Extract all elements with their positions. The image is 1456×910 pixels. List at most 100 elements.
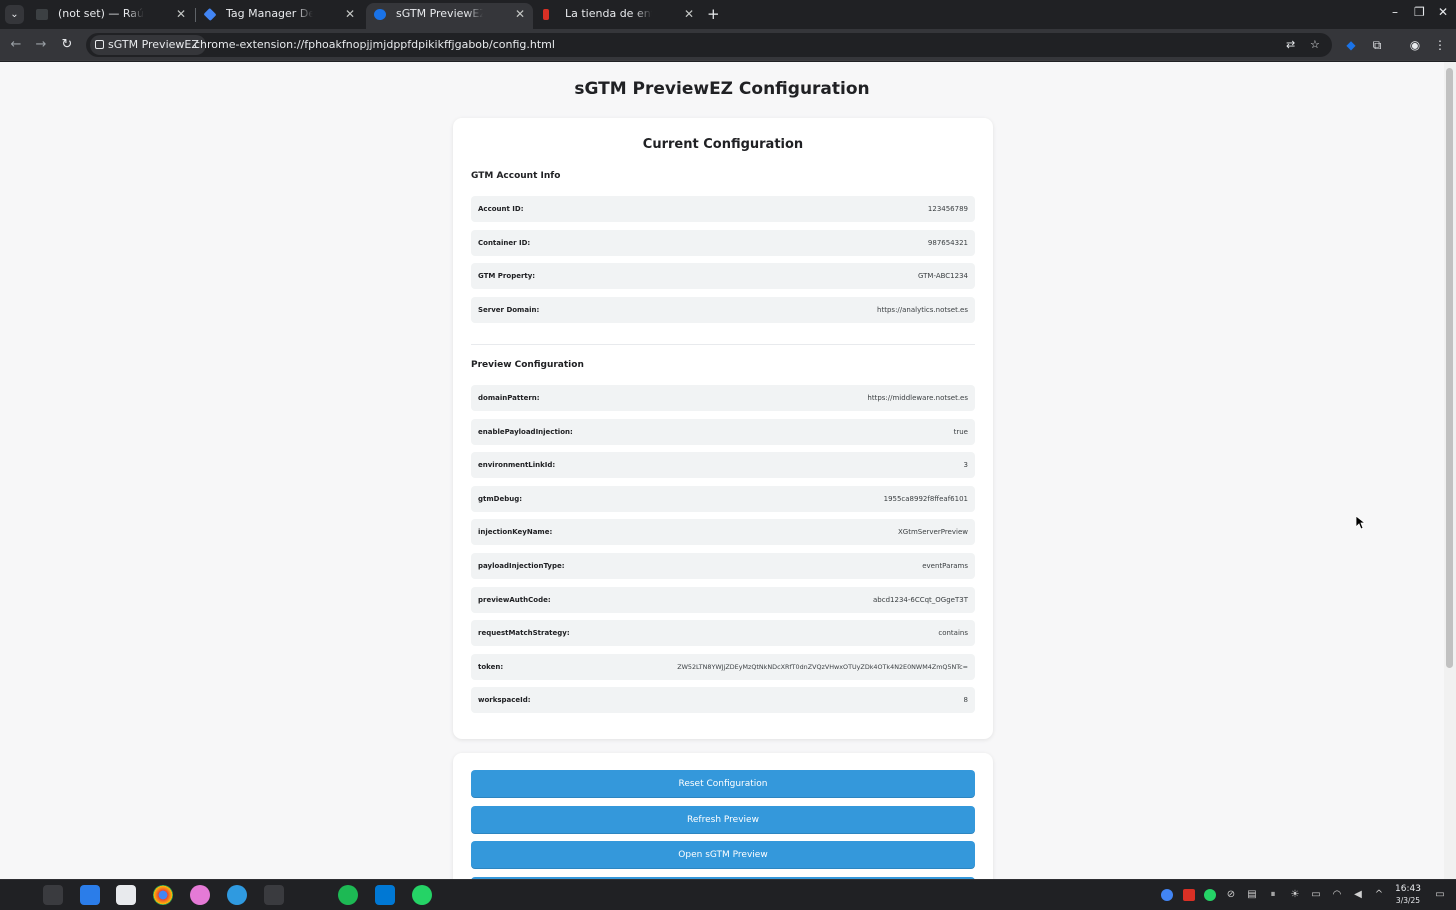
app-menu-icon[interactable] — [43, 885, 63, 905]
config-key: token: — [478, 663, 504, 671]
terminal-app-icon[interactable] — [264, 885, 284, 905]
tag-manager-diamond-icon — [203, 7, 217, 22]
config-row-workspace-id: workspaceId: 8 — [471, 687, 975, 713]
files-app-icon[interactable] — [80, 885, 100, 905]
section-divider — [471, 344, 975, 345]
clock-time: 16:43 — [1395, 884, 1421, 894]
tray-chrome-icon[interactable] — [1161, 889, 1173, 901]
page-title: sGTM PreviewEZ Configuration — [574, 79, 870, 99]
whatsapp-app-icon[interactable] — [412, 885, 432, 905]
chrome-menu-icon[interactable]: ⋮ — [1432, 37, 1448, 53]
bookmark-star-icon[interactable]: ☆ — [1310, 38, 1320, 51]
tab-title: sGTM PreviewEZ Configuration — [396, 7, 483, 20]
browser-app-icon[interactable] — [227, 885, 247, 905]
tray-whatsapp-icon[interactable] — [1204, 889, 1216, 901]
pause-icon[interactable]: ⏸ — [1267, 889, 1279, 901]
config-key: Account ID: — [478, 205, 524, 213]
config-row-server-domain: Server Domain: https://analytics.notset.… — [471, 297, 975, 323]
config-row-token: token: ZW52LTN8YWJjZDEyMzQtNkNDcXRfT0dnZ… — [471, 654, 975, 680]
sgtm-extension-icon[interactable]: ◆ — [1343, 37, 1359, 53]
chrome-app-icon[interactable] — [153, 885, 173, 905]
reset-configuration-button[interactable]: Reset Configuration — [471, 770, 975, 798]
close-tab-icon[interactable]: ✕ — [515, 3, 525, 25]
page-viewport: sGTM PreviewEZ Configuration Current Con… — [0, 62, 1444, 879]
tab-notset[interactable]: (not set) — Raúl Fernández ✕ — [28, 3, 194, 29]
new-tab-plus-icon[interactable]: + — [707, 5, 720, 23]
tab-tienda-entradas[interactable]: La tienda de entradas de ✕ — [535, 3, 702, 29]
chat-app-icon[interactable] — [190, 885, 210, 905]
config-key: requestMatchStrategy: — [478, 629, 570, 637]
translate-icon[interactable]: ⇄ — [1286, 38, 1295, 51]
config-row-request-match-strategy: requestMatchStrategy: contains — [471, 620, 975, 646]
tab-title: Tag Manager Debug Mode — [226, 7, 313, 20]
tray-app-icon[interactable]: ⊘ — [1225, 889, 1237, 901]
tab-favicon-icon — [543, 9, 549, 20]
mouse-pointer-icon — [1356, 516, 1365, 530]
brightness-icon[interactable]: ☀ — [1289, 889, 1301, 901]
reload-icon[interactable]: ↻ — [57, 35, 77, 55]
config-value: 3 — [963, 461, 968, 469]
clock-date: 3/3/25 — [1395, 896, 1421, 905]
config-key: enablePayloadInjection: — [478, 428, 573, 436]
configuration-card: Current Configuration GTM Account Info A… — [453, 118, 993, 739]
close-tab-icon[interactable]: ✕ — [684, 3, 694, 25]
config-key: workspaceId: — [478, 696, 531, 704]
address-bar[interactable]: sGTM PreviewEZ chrome-extension://fphoak… — [86, 33, 1332, 57]
config-key: gtmDebug: — [478, 495, 523, 503]
tab-search-chevron-icon[interactable]: ⌄ — [5, 5, 24, 24]
config-value: ZW52LTN8YWJjZDEyMzQtNkNDcXRfT0dnZVQzVHwx… — [677, 663, 968, 671]
minimize-icon[interactable]: – — [1392, 5, 1398, 19]
tray-x-icon[interactable] — [1183, 889, 1195, 901]
close-tab-icon[interactable]: ✕ — [176, 3, 186, 25]
clipboard-icon[interactable]: ▤ — [1246, 889, 1258, 901]
close-tab-icon[interactable]: ✕ — [345, 3, 355, 25]
url-text[interactable]: chrome-extension://fphoakfnopjjmjdppfdpi… — [194, 33, 555, 57]
site-chip-label: sGTM PreviewEZ — [108, 38, 199, 51]
os-taskbar: ⊘ ▤ ⏸ ☀ ▭ ◠ ◀ ^ 16:43 3/3/25 ▭ — [0, 879, 1456, 910]
vscode-app-icon[interactable] — [375, 885, 395, 905]
open-sgtm-preview-button[interactable]: Open sGTM Preview — [471, 841, 975, 869]
config-row-gtm-debug: gtmDebug: 1955ca8992f8ffeaf6101 — [471, 486, 975, 512]
extensions-puzzle-icon[interactable]: ⧉ — [1369, 37, 1385, 53]
config-row-payload-injection-type: payloadInjectionType: eventParams — [471, 553, 975, 579]
show-desktop-icon[interactable]: ▭ — [1434, 889, 1446, 901]
actions-card: Reset Configuration Refresh Preview Open… — [453, 753, 993, 879]
extension-icon — [95, 40, 104, 49]
config-row-environment-link-id: environmentLinkId: 3 — [471, 452, 975, 478]
preview-configuration-heading: Preview Configuration — [471, 360, 584, 370]
config-row-enable-payload-injection: enablePayloadInjection: true — [471, 419, 975, 445]
close-window-icon[interactable]: ✕ — [1438, 5, 1448, 19]
tab-sgtm-previewez[interactable]: sGTM PreviewEZ Configuration ✕ — [366, 3, 533, 29]
clock[interactable]: 16:43 3/3/25 — [1388, 883, 1428, 907]
back-arrow-icon[interactable]: ← — [6, 35, 26, 55]
config-key: previewAuthCode: — [478, 596, 551, 604]
config-value: abcd1234-6CCqt_OGgeT3T — [873, 596, 968, 604]
browser-toolbar: ← → ↻ sGTM PreviewEZ chrome-extension://… — [0, 29, 1456, 61]
volume-icon[interactable]: ◀ — [1352, 889, 1364, 901]
tab-tag-manager-debug[interactable]: Tag Manager Debug Mode ✕ — [196, 3, 363, 29]
config-row-account-id: Account ID: 123456789 — [471, 196, 975, 222]
profile-avatar-icon[interactable]: ◉ — [1407, 37, 1423, 53]
config-value: GTM-ABC1234 — [917, 272, 968, 280]
config-row-container-id: Container ID: 987654321 — [471, 230, 975, 256]
tab-strip: ⌄ (not set) — Raúl Fernández ✕ Tag Manag… — [0, 0, 1456, 29]
config-key: domainPattern: — [478, 394, 540, 402]
battery-icon[interactable]: ▭ — [1310, 889, 1322, 901]
spotify-app-icon[interactable] — [338, 885, 358, 905]
config-value: true — [953, 428, 968, 436]
config-value: contains — [938, 629, 968, 637]
config-row-preview-auth-code: previewAuthCode: abcd1234-6CCqt_OGgeT3T — [471, 587, 975, 613]
page-scrollbar[interactable] — [1444, 62, 1456, 879]
config-value: 1955ca8992f8ffeaf6101 — [883, 495, 968, 503]
window-app-icon[interactable] — [116, 885, 136, 905]
config-value: 987654321 — [927, 239, 968, 247]
site-info-chip[interactable]: sGTM PreviewEZ — [90, 35, 206, 55]
tray-expand-chevron-icon[interactable]: ^ — [1373, 889, 1385, 901]
refresh-preview-button[interactable]: Refresh Preview — [471, 806, 975, 834]
wifi-icon[interactable]: ◠ — [1331, 889, 1343, 901]
config-value: 123456789 — [927, 205, 968, 213]
maximize-icon[interactable]: ❐ — [1414, 5, 1425, 19]
forward-arrow-icon[interactable]: → — [31, 35, 51, 55]
config-row-gtm-property: GTM Property: GTM-ABC1234 — [471, 263, 975, 289]
scrollbar-thumb[interactable] — [1446, 68, 1453, 668]
